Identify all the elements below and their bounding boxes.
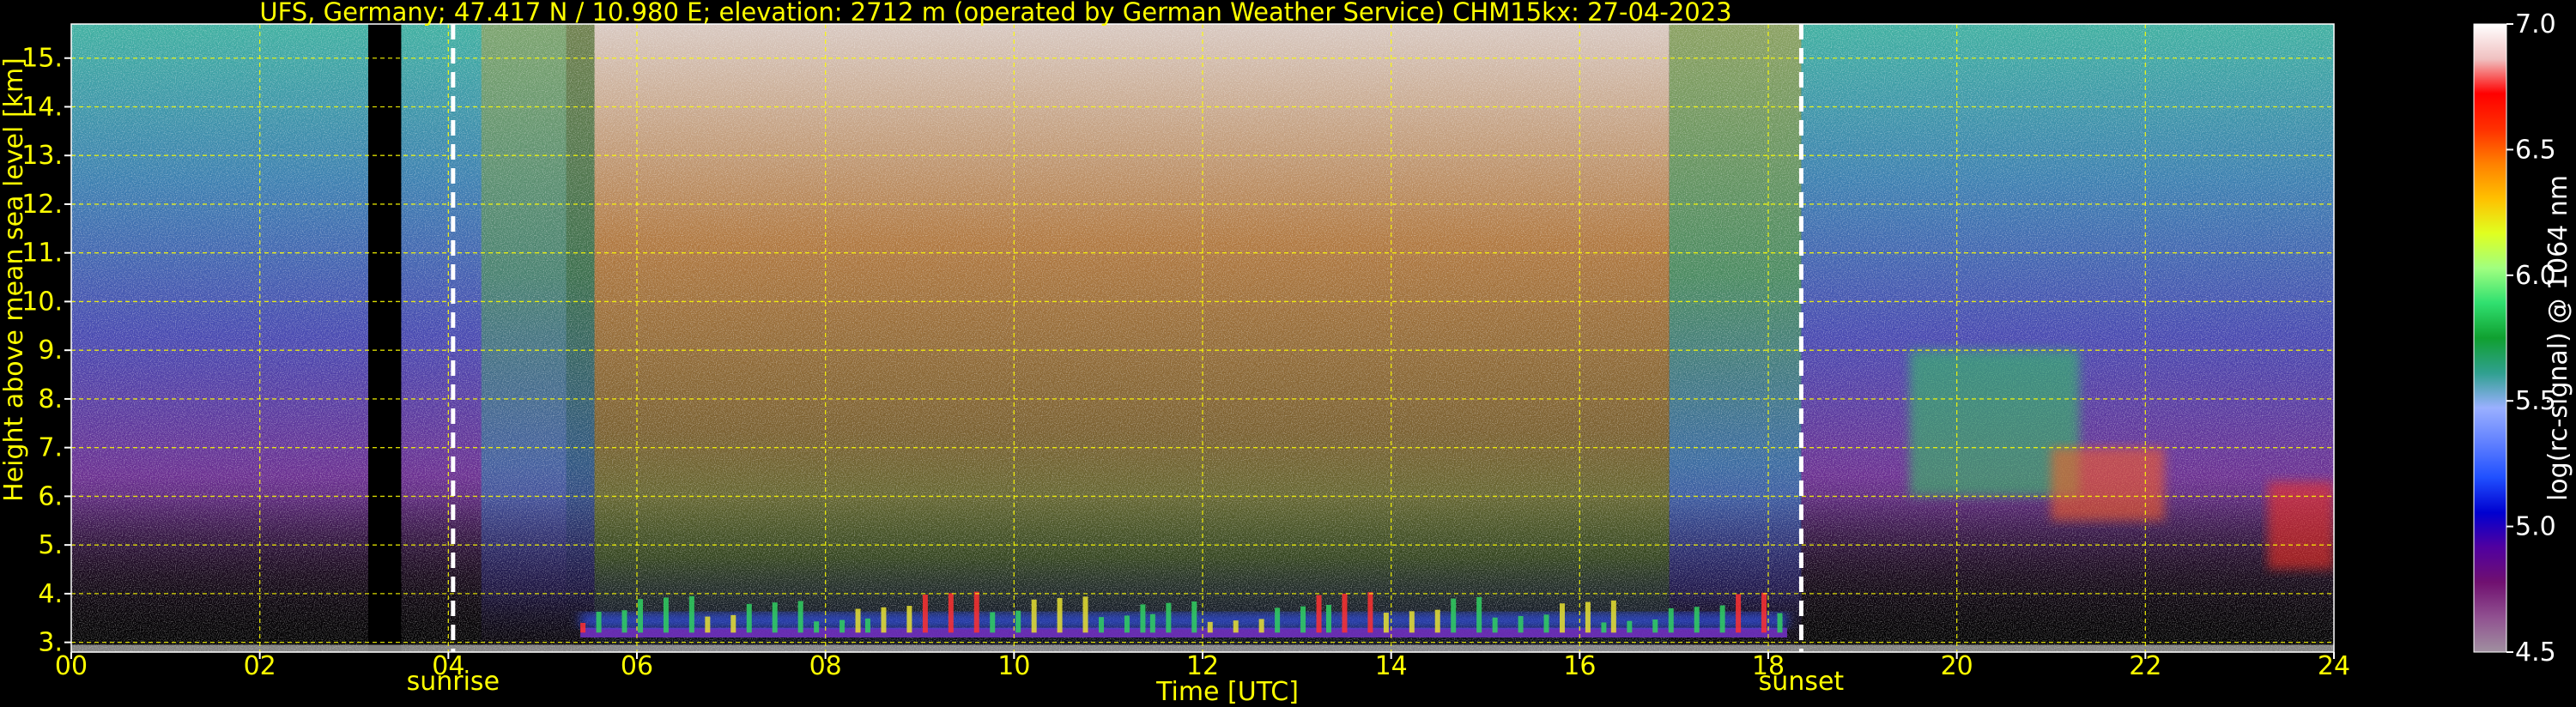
aerosol-plume: [1316, 595, 1322, 633]
aerosol-plume: [580, 622, 586, 633]
aerosol-plume: [1207, 621, 1213, 633]
aerosol-plume: [1191, 601, 1197, 633]
aerosol-plume: [1275, 607, 1281, 633]
x-axis-label: Time [UTC]: [1155, 677, 1299, 707]
aerosol-plume: [772, 602, 778, 633]
aerosol-plume: [973, 591, 979, 633]
y-tick-label: 5.: [38, 530, 63, 560]
aerosol-plume: [663, 597, 669, 633]
aerosol-plume: [705, 616, 711, 633]
aerosol-plume: [1233, 620, 1239, 633]
aerosol-plume: [1140, 604, 1146, 633]
aerosol-plume: [881, 607, 887, 633]
aerosol-plume: [1367, 592, 1373, 633]
aerosol-plume: [1300, 606, 1306, 633]
aerosol-plume: [814, 621, 820, 633]
x-tick-label: 24: [2318, 651, 2350, 681]
aerosol-plume: [1099, 617, 1105, 633]
colorbar-tick-label: 7.0: [2515, 9, 2556, 39]
aerosol-plume: [1451, 598, 1457, 633]
aerosol-plume: [1559, 603, 1565, 633]
aerosol-plume: [948, 593, 954, 633]
y-tick-label: 9.: [38, 335, 63, 366]
x-tick-label: 02: [244, 651, 276, 681]
aerosol-plume: [746, 603, 752, 633]
x-tick-label: 20: [1941, 651, 1973, 681]
aerosol-plume: [1518, 616, 1524, 633]
aerosol-plume: [1409, 611, 1415, 633]
x-tick-label: 10: [997, 651, 1030, 681]
aerosol-plume: [1543, 614, 1549, 633]
chart: sunrise sunset 3.4.5.6.7.8.9.10.11.12.13.…: [0, 0, 2573, 707]
aerosol-plume: [922, 595, 928, 633]
aerosol-plume: [1668, 607, 1674, 633]
aerosol-plume: [1627, 620, 1633, 633]
aerosol-plume: [1325, 604, 1331, 633]
aerosol-plume: [1149, 613, 1155, 633]
chart-title: UFS, Germany; 47.417 N / 10.980 E; eleva…: [259, 0, 1731, 27]
aerosol-plume: [1166, 602, 1172, 633]
colorbar-gradient: [2473, 23, 2507, 653]
aerosol-plume: [1342, 593, 1348, 633]
x-tick-label: 00: [55, 651, 88, 681]
aerosol-plume: [906, 606, 912, 633]
colorbar-tick-label: 5.0: [2515, 512, 2556, 542]
y-tick-label: 6.: [38, 481, 63, 511]
aerosol-plume: [621, 610, 627, 633]
aerosol-plume: [797, 601, 803, 633]
colorbar: 4.55.05.56.06.57.0 log(rc-signal) @ 1064…: [2473, 9, 2573, 668]
data-gap: [367, 24, 402, 652]
aerosol-plume: [688, 595, 694, 633]
aerosol-plume: [1585, 601, 1591, 633]
y-tick-label: 4.: [38, 579, 63, 609]
x-tick-label: 04: [432, 651, 464, 681]
aerosol-plume: [864, 618, 870, 633]
y-tick-label: 8.: [38, 384, 63, 414]
aerosol-plume: [1082, 596, 1088, 633]
cloud-layer: [2268, 481, 2334, 570]
x-tick-label: 22: [2129, 651, 2161, 681]
aerosol-plume: [1015, 610, 1021, 633]
aerosol-plume: [1476, 596, 1482, 633]
y-tick-label: 7.: [38, 433, 63, 463]
aerosol-plume: [638, 599, 644, 633]
aerosol-plume: [1057, 598, 1063, 633]
aerosol-plume: [1736, 594, 1742, 633]
aerosol-plume: [1761, 592, 1767, 633]
colorbar-tick-label: 4.5: [2515, 638, 2556, 668]
x-tick-label: 08: [809, 651, 842, 681]
aerosol-plume: [855, 608, 861, 633]
aerosol-plume: [1434, 609, 1440, 633]
x-tick-label: 16: [1563, 651, 1596, 681]
aerosol-plume: [1124, 615, 1130, 633]
aerosol-plume: [1492, 617, 1498, 633]
aerosol-plume: [990, 612, 996, 633]
colorbar-label: log(rc-signal) @ 1064 nm: [2543, 175, 2573, 501]
cloud-layer: [2051, 447, 2165, 521]
x-tick-label: 18: [1752, 651, 1785, 681]
aerosol-plume: [1031, 599, 1037, 633]
x-tick-label: 06: [621, 651, 653, 681]
aerosol-plume: [1601, 622, 1607, 633]
aerosol-plume: [1719, 605, 1725, 633]
aerosol-plume: [1610, 600, 1616, 633]
aerosol-plume: [1383, 613, 1389, 633]
aerosol-plume: [839, 619, 846, 633]
aerosol-plume: [1652, 619, 1658, 633]
x-tick-label: 14: [1375, 651, 1408, 681]
aerosol-plume: [1777, 613, 1783, 633]
y-axis-label: Height above mean sea level [km]: [0, 57, 29, 502]
aerosol-plume: [730, 614, 736, 633]
aerosol-plume: [1258, 619, 1264, 633]
aerosol-plume: [596, 611, 602, 633]
aerosol-plume: [1694, 607, 1700, 633]
colorbar-tick-label: 6.5: [2515, 135, 2556, 165]
